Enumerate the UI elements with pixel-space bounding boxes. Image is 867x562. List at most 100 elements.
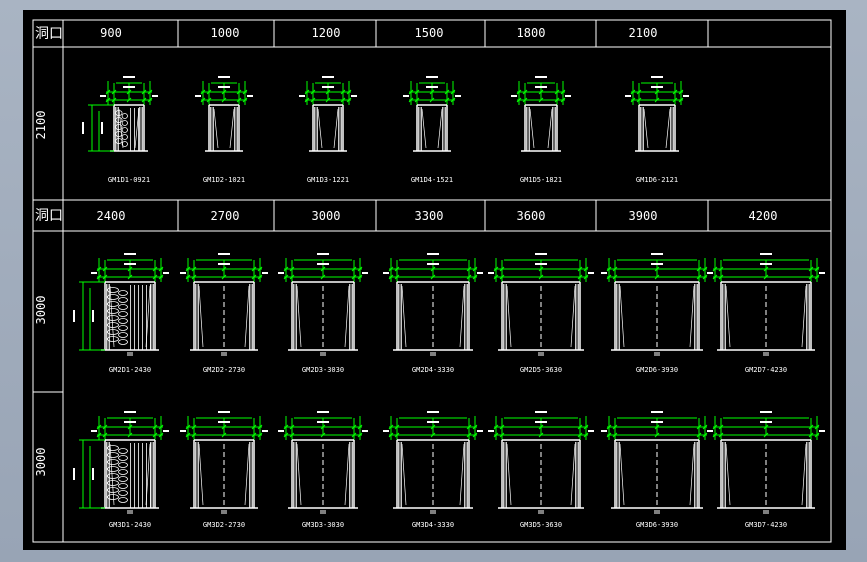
width-label: 1200 <box>311 26 341 40</box>
dimension-text <box>100 95 106 97</box>
dimension-text <box>707 430 713 432</box>
dimension-text <box>427 253 439 255</box>
dimension-text <box>351 95 357 97</box>
door-swing-line <box>296 285 302 348</box>
dimension-text <box>218 253 230 255</box>
dimension-text <box>565 95 571 97</box>
dimension-text <box>819 272 825 274</box>
width-label: 3600 <box>516 209 546 223</box>
door-code: GM3D2-2730 <box>202 521 246 529</box>
door-swing-line <box>506 443 512 506</box>
dimension-text <box>477 430 483 432</box>
lattice-pattern <box>106 308 119 314</box>
door-swing-line <box>665 108 671 149</box>
dimension-text <box>651 86 663 88</box>
dimension-text <box>218 76 230 78</box>
door-code: GM3D3-3030 <box>301 521 345 529</box>
header-label-bottom: 洞口 <box>35 208 63 224</box>
door-swing-line <box>401 285 407 348</box>
door-swing-line <box>547 108 553 149</box>
dimension-text <box>511 95 517 97</box>
dimension-text <box>73 310 75 322</box>
lattice-pattern <box>118 339 128 345</box>
door-code: GM2D7-4230 <box>744 366 788 374</box>
door-swing-line <box>459 285 465 348</box>
door-code: GM2D6-3930 <box>635 366 679 374</box>
door-swing-line <box>570 285 576 348</box>
door-code: GM3D4-3330 <box>411 521 455 529</box>
door-code: GM2D2-2730 <box>202 366 246 374</box>
dimension-text <box>152 95 158 97</box>
dimension-text <box>427 411 439 413</box>
dimension-text <box>180 430 186 432</box>
dimension-text <box>819 430 825 432</box>
door-swing-line <box>643 108 649 149</box>
door-swing-line <box>344 285 350 348</box>
door-swing-line <box>198 443 204 506</box>
dimension-text <box>92 468 94 480</box>
dimension-text <box>278 430 284 432</box>
door-swing-line <box>689 285 695 348</box>
door-code: GM3D1-2430 <box>108 521 152 529</box>
door-swing-line <box>244 443 250 506</box>
lattice-pattern <box>121 134 128 140</box>
dimension-text <box>322 76 334 78</box>
dimension-text <box>101 122 103 134</box>
dimension-text <box>535 86 547 88</box>
width-label: 3000 <box>311 209 341 223</box>
dimension-text <box>124 263 136 265</box>
door-swing-line <box>244 285 250 348</box>
dimension-text <box>362 272 368 274</box>
dimension-text <box>82 122 84 134</box>
door-code: GM2D3-3030 <box>301 366 345 374</box>
door-code: GM1D2-1021 <box>202 176 246 184</box>
dimension-text <box>218 263 230 265</box>
dimension-text <box>535 411 547 413</box>
width-label: 1000 <box>210 26 240 40</box>
lattice-pattern <box>118 448 128 454</box>
door-code: GM3D6-3930 <box>635 521 679 529</box>
dimension-text <box>383 430 389 432</box>
width-label: 3900 <box>628 209 658 223</box>
dimension-text <box>124 411 136 413</box>
dimension-text <box>403 95 409 97</box>
door-swing-line <box>109 285 115 348</box>
door-swing-line <box>619 285 625 348</box>
dimension-text <box>760 263 772 265</box>
lattice-pattern <box>106 466 119 472</box>
lattice-pattern <box>106 445 119 451</box>
dimension-text <box>124 253 136 255</box>
dimension-text <box>317 263 329 265</box>
lattice-pattern <box>118 325 128 331</box>
lattice-pattern <box>118 476 128 482</box>
door-code: GM1D1-0921 <box>107 176 151 184</box>
dimension-text <box>760 411 772 413</box>
door-swing-line <box>459 443 465 506</box>
dimension-text <box>247 95 253 97</box>
lattice-pattern <box>106 494 119 500</box>
dimension-text <box>760 421 772 423</box>
dimension-text <box>317 411 329 413</box>
door-code: GM1D3-1221 <box>306 176 350 184</box>
dimension-text <box>163 430 169 432</box>
door-swing-line <box>229 108 235 149</box>
dimension-text <box>601 272 607 274</box>
width-label: 2400 <box>96 209 126 223</box>
dimension-text <box>262 272 268 274</box>
lattice-pattern <box>106 336 119 342</box>
lattice-pattern <box>121 127 128 133</box>
lattice-pattern <box>118 455 128 461</box>
width-label: 3300 <box>414 209 444 223</box>
dimension-text <box>73 468 75 480</box>
lattice-pattern <box>118 304 128 310</box>
door-swing-line <box>109 443 115 506</box>
door-code: GM1D5-1821 <box>519 176 563 184</box>
dimension-text <box>278 272 284 274</box>
dimension-text <box>535 263 547 265</box>
door-code: GM1D4-1521 <box>410 176 454 184</box>
dimension-text <box>124 421 136 423</box>
dimension-text <box>195 95 201 97</box>
cad-drawing <box>32 19 832 543</box>
dimension-text <box>683 95 689 97</box>
header-label-top: 洞口 <box>35 26 63 42</box>
